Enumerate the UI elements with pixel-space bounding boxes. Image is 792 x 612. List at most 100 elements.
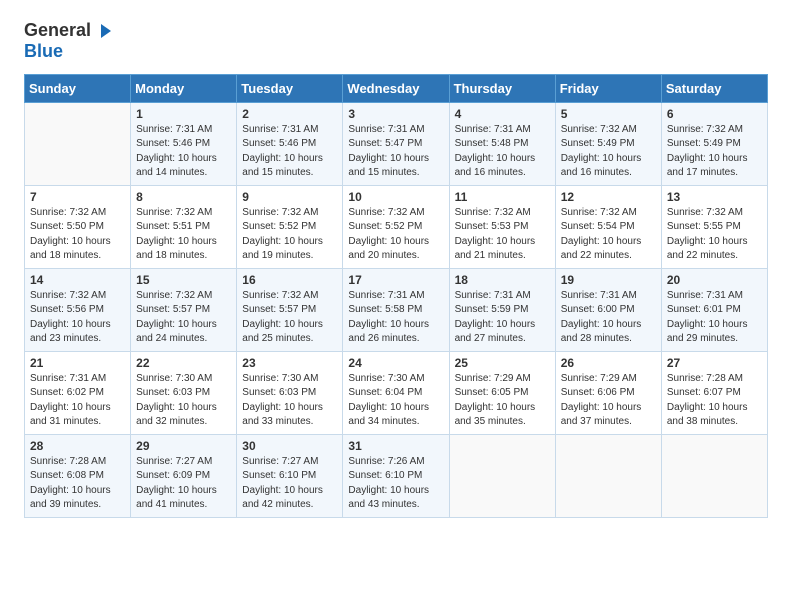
calendar-cell: 29 Sunrise: 7:27 AMSunset: 6:09 PMDayligh…: [131, 434, 237, 517]
day-info: Sunrise: 7:31 AMSunset: 6:00 PMDaylight:…: [561, 289, 656, 347]
calendar-cell: 21 Sunrise: 7:31 AMSunset: 6:02 PMDayligh…: [25, 351, 131, 434]
calendar-cell: [449, 434, 555, 517]
calendar-cell: 16 Sunrise: 7:32 AMSunset: 5:57 PMDayligh…: [237, 268, 343, 351]
day-info: Sunrise: 7:32 AMSunset: 5:57 PMDaylight:…: [242, 289, 337, 347]
day-number: 6: [667, 107, 762, 121]
day-info: Sunrise: 7:31 AMSunset: 5:58 PMDaylight:…: [348, 289, 443, 347]
day-number: 25: [455, 356, 550, 370]
weekday-header-tuesday: Tuesday: [237, 74, 343, 102]
day-info: Sunrise: 7:32 AMSunset: 5:54 PMDaylight:…: [561, 206, 656, 264]
calendar-cell: 30 Sunrise: 7:27 AMSunset: 6:10 PMDayligh…: [237, 434, 343, 517]
day-info: Sunrise: 7:31 AMSunset: 5:46 PMDaylight:…: [136, 123, 231, 181]
calendar-cell: 26Sunrise: 7:29 AMSunset: 6:06 PMDayligh…: [555, 351, 661, 434]
weekday-header-row: SundayMondayTuesdayWednesdayThursdayFrid…: [25, 74, 768, 102]
day-number: 4: [455, 107, 550, 121]
calendar-cell: 9 Sunrise: 7:32 AMSunset: 5:52 PMDaylight…: [237, 185, 343, 268]
day-info: Sunrise: 7:30 AMSunset: 6:04 PMDaylight:…: [348, 372, 443, 430]
logo-general: General: [24, 21, 91, 41]
day-info: Sunrise: 7:32 AMSunset: 5:52 PMDaylight:…: [242, 206, 337, 264]
day-info: Sunrise: 7:32 AMSunset: 5:52 PMDaylight:…: [348, 206, 443, 264]
day-info: Sunrise: 7:31 AMSunset: 5:47 PMDaylight:…: [348, 123, 443, 181]
calendar-cell: 17 Sunrise: 7:31 AMSunset: 5:58 PMDayligh…: [343, 268, 449, 351]
day-info: Sunrise: 7:31 AMSunset: 5:48 PMDaylight:…: [455, 123, 550, 181]
day-info: Sunrise: 7:31 AMSunset: 6:02 PMDaylight:…: [30, 372, 125, 430]
day-number: 13: [667, 190, 762, 204]
calendar-cell: 8 Sunrise: 7:32 AMSunset: 5:51 PMDaylight…: [131, 185, 237, 268]
day-number: 8: [136, 190, 231, 204]
calendar-cell: 14Sunrise: 7:32 AMSunset: 5:56 PMDayligh…: [25, 268, 131, 351]
calendar-cell: 28 Sunrise: 7:28 AMSunset: 6:08 PMDayligh…: [25, 434, 131, 517]
calendar-cell: 27 Sunrise: 7:28 AMSunset: 6:07 PMDayligh…: [661, 351, 767, 434]
calendar-cell: 20 Sunrise: 7:31 AMSunset: 6:01 PMDayligh…: [661, 268, 767, 351]
week-row-3: 14Sunrise: 7:32 AMSunset: 5:56 PMDayligh…: [25, 268, 768, 351]
week-row-5: 28 Sunrise: 7:28 AMSunset: 6:08 PMDayligh…: [25, 434, 768, 517]
week-row-1: 1 Sunrise: 7:31 AMSunset: 5:46 PMDaylight…: [25, 102, 768, 185]
week-row-4: 21 Sunrise: 7:31 AMSunset: 6:02 PMDayligh…: [25, 351, 768, 434]
day-number: 26: [561, 356, 656, 370]
day-number: 28: [30, 439, 125, 453]
day-info: Sunrise: 7:28 AMSunset: 6:08 PMDaylight:…: [30, 455, 125, 513]
day-info: Sunrise: 7:28 AMSunset: 6:07 PMDaylight:…: [667, 372, 762, 430]
day-number: 3: [348, 107, 443, 121]
weekday-header-sunday: Sunday: [25, 74, 131, 102]
day-number: 11: [455, 190, 550, 204]
day-number: 20: [667, 273, 762, 287]
day-info: Sunrise: 7:27 AMSunset: 6:09 PMDaylight:…: [136, 455, 231, 513]
header-area: General Blue: [24, 20, 768, 62]
day-number: 16: [242, 273, 337, 287]
day-number: 15: [136, 273, 231, 287]
day-info: Sunrise: 7:31 AMSunset: 5:46 PMDaylight:…: [242, 123, 337, 181]
calendar-cell: 19 Sunrise: 7:31 AMSunset: 6:00 PMDayligh…: [555, 268, 661, 351]
calendar-cell: 22 Sunrise: 7:30 AMSunset: 6:03 PMDayligh…: [131, 351, 237, 434]
calendar-cell: 12 Sunrise: 7:32 AMSunset: 5:54 PMDayligh…: [555, 185, 661, 268]
calendar-cell: 18Sunrise: 7:31 AMSunset: 5:59 PMDayligh…: [449, 268, 555, 351]
day-number: 21: [30, 356, 125, 370]
day-number: 27: [667, 356, 762, 370]
day-number: 1: [136, 107, 231, 121]
calendar-cell: 2 Sunrise: 7:31 AMSunset: 5:46 PMDaylight…: [237, 102, 343, 185]
day-info: Sunrise: 7:32 AMSunset: 5:51 PMDaylight:…: [136, 206, 231, 264]
weekday-header-saturday: Saturday: [661, 74, 767, 102]
day-info: Sunrise: 7:32 AMSunset: 5:57 PMDaylight:…: [136, 289, 231, 347]
day-number: 23: [242, 356, 337, 370]
day-number: 31: [348, 439, 443, 453]
day-number: 9: [242, 190, 337, 204]
calendar-cell: 10 Sunrise: 7:32 AMSunset: 5:52 PMDayligh…: [343, 185, 449, 268]
day-number: 22: [136, 356, 231, 370]
calendar-cell: [555, 434, 661, 517]
day-info: Sunrise: 7:30 AMSunset: 6:03 PMDaylight:…: [136, 372, 231, 430]
weekday-header-friday: Friday: [555, 74, 661, 102]
calendar-cell: 31Sunrise: 7:26 AMSunset: 6:10 PMDayligh…: [343, 434, 449, 517]
calendar-cell: 5 Sunrise: 7:32 AMSunset: 5:49 PMDaylight…: [555, 102, 661, 185]
day-number: 10: [348, 190, 443, 204]
day-info: Sunrise: 7:32 AMSunset: 5:49 PMDaylight:…: [667, 123, 762, 181]
logo-arrow-icon: [93, 20, 115, 42]
calendar-cell: 1 Sunrise: 7:31 AMSunset: 5:46 PMDaylight…: [131, 102, 237, 185]
weekday-header-monday: Monday: [131, 74, 237, 102]
calendar-cell: 7 Sunrise: 7:32 AMSunset: 5:50 PMDaylight…: [25, 185, 131, 268]
calendar-table: SundayMondayTuesdayWednesdayThursdayFrid…: [24, 74, 768, 518]
day-info: Sunrise: 7:32 AMSunset: 5:49 PMDaylight:…: [561, 123, 656, 181]
calendar-cell: [25, 102, 131, 185]
day-number: 7: [30, 190, 125, 204]
day-number: 5: [561, 107, 656, 121]
logo-blue: Blue: [24, 42, 115, 62]
day-number: 14: [30, 273, 125, 287]
day-number: 30: [242, 439, 337, 453]
day-number: 18: [455, 273, 550, 287]
day-number: 2: [242, 107, 337, 121]
day-number: 17: [348, 273, 443, 287]
calendar-cell: 4 Sunrise: 7:31 AMSunset: 5:48 PMDaylight…: [449, 102, 555, 185]
calendar-cell: 3 Sunrise: 7:31 AMSunset: 5:47 PMDaylight…: [343, 102, 449, 185]
day-info: Sunrise: 7:32 AMSunset: 5:55 PMDaylight:…: [667, 206, 762, 264]
calendar-cell: 24Sunrise: 7:30 AMSunset: 6:04 PMDayligh…: [343, 351, 449, 434]
day-number: 12: [561, 190, 656, 204]
day-number: 19: [561, 273, 656, 287]
day-number: 29: [136, 439, 231, 453]
day-info: Sunrise: 7:29 AMSunset: 6:05 PMDaylight:…: [455, 372, 550, 430]
logo: General Blue: [24, 20, 115, 62]
calendar-cell: 11Sunrise: 7:32 AMSunset: 5:53 PMDayligh…: [449, 185, 555, 268]
day-info: Sunrise: 7:31 AMSunset: 6:01 PMDaylight:…: [667, 289, 762, 347]
day-info: Sunrise: 7:32 AMSunset: 5:50 PMDaylight:…: [30, 206, 125, 264]
day-info: Sunrise: 7:27 AMSunset: 6:10 PMDaylight:…: [242, 455, 337, 513]
